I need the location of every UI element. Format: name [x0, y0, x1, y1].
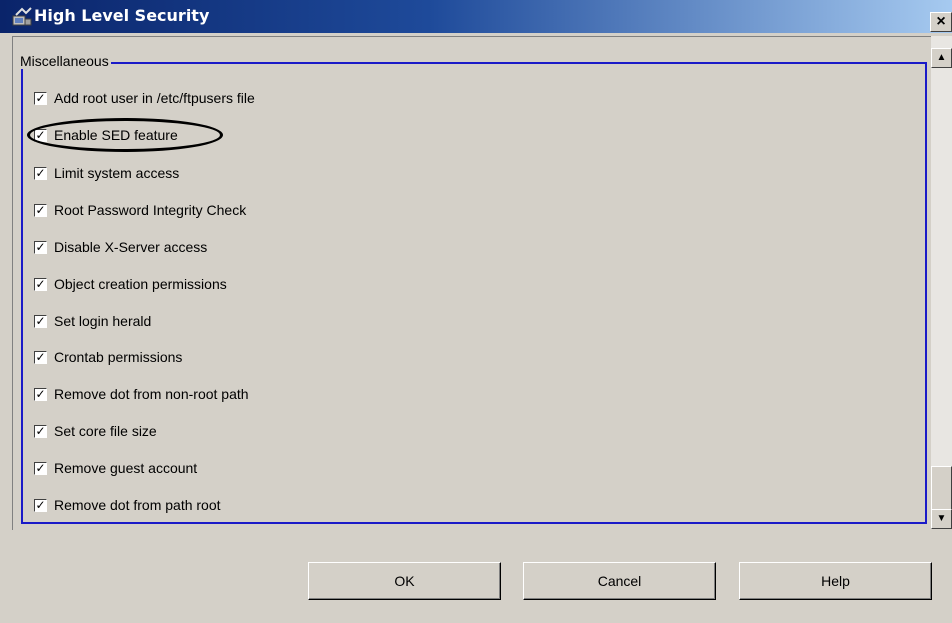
checkbox-label: Remove dot from non-root path: [54, 386, 249, 402]
window-title: High Level Security: [34, 6, 210, 25]
checkbox-box[interactable]: ✓: [34, 277, 47, 291]
checkbox-box[interactable]: ✓: [34, 350, 47, 364]
checkbox-box[interactable]: ✓: [34, 240, 47, 254]
security-app-icon: [12, 7, 32, 26]
checkbox-add-root-ftpusers[interactable]: ✓ Add root user in /etc/ftpusers file: [34, 88, 255, 108]
checkbox-box[interactable]: ✓: [34, 424, 47, 438]
checkbox-crontab-permissions[interactable]: ✓ Crontab permissions: [34, 347, 182, 367]
close-icon: ×: [936, 13, 946, 30]
checkbox-label: Crontab permissions: [54, 349, 183, 365]
checkbox-label: Set login herald: [54, 313, 152, 329]
checkbox-label: Object creation permissions: [54, 276, 227, 292]
checkbox-box[interactable]: ✓: [34, 387, 47, 401]
checkbox-remove-guest-account[interactable]: ✓ Remove guest account: [34, 458, 197, 478]
help-button[interactable]: Help: [739, 562, 932, 600]
checkbox-disable-xserver[interactable]: ✓ Disable X-Server access: [34, 237, 207, 257]
scroll-down-button[interactable]: ▼: [931, 509, 952, 529]
checkbox-box[interactable]: ✓: [34, 128, 47, 142]
vertical-scrollbar[interactable]: ▲ ▼: [931, 36, 952, 529]
arrow-up-icon: ▲: [936, 52, 947, 63]
cancel-button[interactable]: Cancel: [523, 562, 716, 600]
group-legend: Miscellaneous: [18, 53, 111, 69]
checkbox-box[interactable]: ✓: [34, 461, 47, 475]
title-bar[interactable]: High Level Security ×: [0, 0, 952, 33]
checkbox-remove-dot-nonroot-path[interactable]: ✓ Remove dot from non-root path: [34, 384, 249, 404]
checkbox-remove-dot-path-root[interactable]: ✓ Remove dot from path root: [34, 495, 221, 515]
checkbox-label: Remove guest account: [54, 460, 198, 476]
checkbox-label: Disable X-Server access: [54, 239, 208, 255]
scroll-thumb[interactable]: [931, 466, 952, 510]
scroll-up-button[interactable]: ▲: [931, 48, 952, 68]
content-area: Miscellaneous ✓ Add root user in /etc/ft…: [12, 36, 932, 530]
checkbox-set-core-file-size[interactable]: ✓ Set core file size: [34, 421, 157, 441]
checkbox-box[interactable]: ✓: [34, 498, 47, 512]
checkbox-label: Remove dot from path root: [54, 497, 221, 513]
checkbox-box[interactable]: ✓: [34, 166, 47, 180]
checkbox-box[interactable]: ✓: [34, 91, 47, 105]
checkbox-label: Limit system access: [54, 165, 180, 181]
checkbox-label: Add root user in /etc/ftpusers file: [54, 90, 255, 106]
ok-button[interactable]: OK: [308, 562, 501, 600]
checkbox-object-creation-permissions[interactable]: ✓ Object creation permissions: [34, 274, 227, 294]
checkbox-set-login-herald[interactable]: ✓ Set login herald: [34, 311, 151, 331]
checkbox-box[interactable]: ✓: [34, 203, 47, 217]
checkbox-limit-system-access[interactable]: ✓ Limit system access: [34, 163, 179, 183]
checkbox-label: Enable SED feature: [54, 127, 178, 143]
checkbox-label: Set core file size: [54, 423, 157, 439]
checkbox-root-password-integrity[interactable]: ✓ Root Password Integrity Check: [34, 200, 246, 220]
checkbox-label: Root Password Integrity Check: [54, 202, 247, 218]
close-button[interactable]: ×: [930, 12, 952, 32]
checkbox-enable-sed[interactable]: ✓ Enable SED feature: [34, 125, 178, 145]
checkbox-box[interactable]: ✓: [34, 314, 47, 328]
arrow-down-icon: ▼: [936, 513, 947, 524]
